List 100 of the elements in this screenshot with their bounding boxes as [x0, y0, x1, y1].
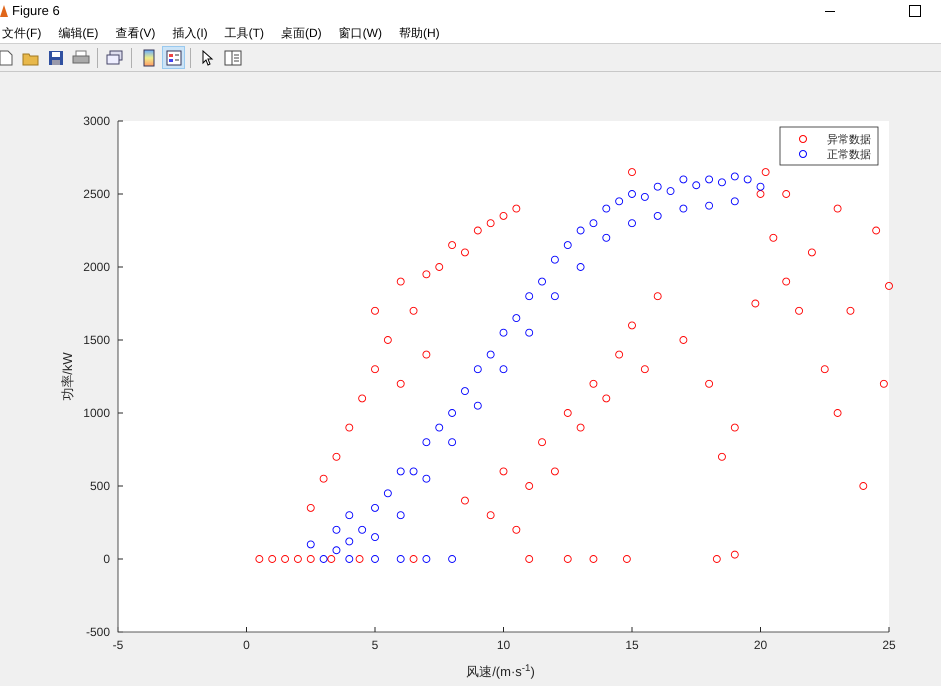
data-point — [461, 387, 469, 396]
data-point — [872, 226, 880, 234]
data-point — [705, 380, 714, 388]
data-point — [590, 380, 598, 388]
data-point — [410, 555, 418, 563]
data-point — [500, 365, 508, 374]
data-point — [448, 555, 456, 563]
data-point — [679, 204, 688, 213]
data-point — [396, 555, 405, 563]
data-point — [448, 409, 456, 417]
data-point — [602, 234, 610, 242]
data-point — [808, 248, 816, 256]
data-point — [615, 350, 624, 359]
legend-icon[interactable] — [162, 46, 185, 69]
data-point — [396, 380, 405, 388]
data-point — [744, 175, 752, 184]
data-point — [358, 394, 366, 402]
y-tick-label: 3000 — [83, 114, 110, 128]
data-point — [371, 533, 379, 542]
data-point — [751, 300, 760, 308]
x-tick-label: 10 — [496, 638, 510, 652]
menu-item[interactable]: 插入(I) — [172, 24, 208, 42]
data-point — [435, 263, 444, 271]
data-point — [538, 278, 546, 286]
menu-item[interactable]: 文件(F) — [2, 24, 42, 42]
data-point — [320, 474, 328, 483]
data-point — [628, 219, 636, 228]
x-tick-label: 25 — [882, 638, 896, 652]
maximize-button[interactable] — [909, 5, 921, 17]
data-point — [448, 438, 456, 446]
data-point — [576, 424, 585, 432]
data-point — [474, 365, 482, 374]
data-point — [512, 204, 520, 213]
data-point — [435, 424, 444, 432]
data-point — [306, 504, 315, 512]
data-point — [859, 482, 868, 490]
data-point — [422, 270, 430, 278]
data-point — [396, 467, 405, 476]
menu-item[interactable]: 桌面(D) — [280, 24, 322, 42]
data-point — [769, 234, 778, 242]
data-point — [602, 394, 610, 402]
data-point — [590, 219, 598, 228]
data-point — [345, 424, 354, 432]
data-point — [422, 438, 430, 446]
menu-item[interactable]: 帮助(H) — [398, 24, 440, 42]
data-point — [410, 467, 418, 476]
data-point — [332, 526, 340, 534]
data-point — [654, 212, 662, 220]
data-point — [512, 314, 520, 322]
data-point — [705, 202, 714, 210]
data-point — [486, 219, 495, 228]
data-point — [795, 306, 803, 315]
legend-label: 异常数据 — [827, 134, 871, 146]
data-point — [486, 511, 495, 520]
data-point — [461, 496, 469, 505]
data-point — [712, 555, 721, 563]
y-axis-label: 功率/kW — [60, 352, 75, 401]
data-point — [396, 278, 405, 286]
x-axis-label: 风速/(m·s$^{-1}$) — [466, 662, 535, 681]
data-point — [564, 241, 572, 250]
data-point — [281, 555, 289, 563]
data-point — [396, 511, 405, 520]
data-point — [550, 256, 559, 264]
data-point — [410, 306, 418, 315]
data-point — [384, 489, 392, 498]
data-point — [880, 380, 888, 388]
data-point — [576, 263, 585, 271]
y-tick-label: 2500 — [83, 187, 110, 201]
data-point — [640, 365, 649, 374]
data-point — [474, 226, 482, 234]
data-point — [422, 474, 430, 483]
data-point — [550, 292, 559, 300]
y-tick-label: -500 — [86, 625, 110, 639]
menu-item[interactable]: 窗口(W) — [338, 24, 382, 42]
data-point — [820, 365, 829, 374]
x-tick-label: -5 — [112, 638, 124, 652]
menu-item[interactable]: 工具(T) — [224, 24, 264, 42]
data-point — [590, 555, 598, 563]
menu-item[interactable]: 查看(V) — [115, 24, 156, 42]
data-point — [640, 192, 649, 201]
data-point — [730, 197, 739, 206]
x-tick-label: 0 — [243, 638, 250, 652]
menu-item[interactable]: 编辑(E) — [58, 24, 98, 42]
data-point — [718, 178, 726, 186]
data-point — [525, 328, 534, 337]
data-point — [846, 306, 854, 315]
data-point — [679, 336, 688, 344]
data-point — [356, 555, 364, 563]
y-tick-label: 500 — [90, 479, 110, 493]
data-point — [345, 555, 354, 563]
data-point — [384, 336, 392, 344]
data-point — [692, 181, 700, 190]
data-point — [730, 424, 739, 432]
data-point — [564, 555, 572, 563]
data-point — [654, 182, 662, 191]
data-point — [525, 292, 534, 300]
data-point — [422, 350, 430, 359]
data-point — [628, 168, 636, 176]
data-point — [294, 555, 302, 563]
data-point — [512, 526, 520, 534]
